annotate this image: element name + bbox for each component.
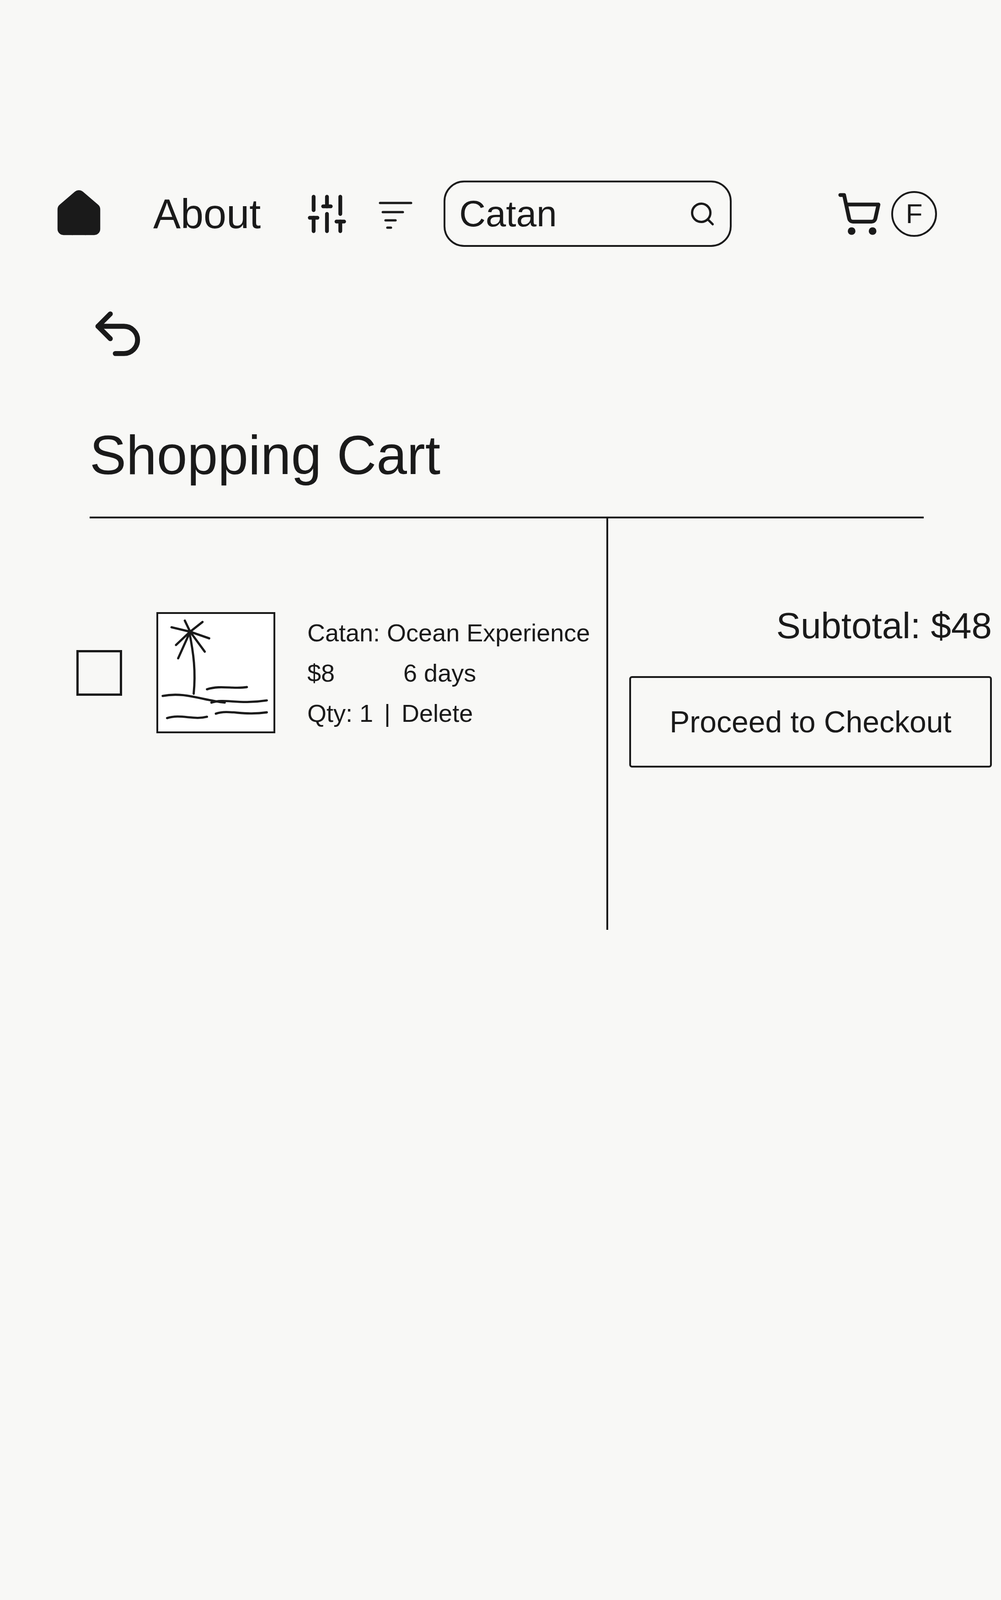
nav-bar: About Catan F — [0, 0, 1001, 247]
cart-items: Catan: Ocean Experience$8 6 days Qty: 1|De… — [73, 518, 609, 931]
page-title: Shopping Cart — [89, 427, 924, 483]
item-quantity[interactable]: Qty: 1 — [307, 693, 374, 734]
filter-icon[interactable] — [304, 191, 350, 237]
checkout-button[interactable]: Proceed to Checkout — [629, 676, 992, 768]
subtotal: Subtotal: $48 — [776, 607, 992, 645]
search-field[interactable]: Catan — [443, 180, 732, 247]
home-icon[interactable] — [52, 187, 106, 241]
item-price: $8 — [307, 653, 335, 694]
nav-link[interactable]: About — [153, 193, 261, 235]
delete-link[interactable]: Delete — [401, 693, 473, 734]
search-value[interactable]: Catan — [459, 195, 689, 233]
cart-item: Catan: Ocean Experience$8 6 days Qty: 1|De… — [73, 612, 607, 734]
item-checkbox[interactable] — [76, 650, 123, 696]
profile-avatar[interactable]: F — [891, 191, 937, 237]
summary-panel: Subtotal: $48 Proceed to Checkout — [608, 518, 1001, 931]
item-duration: 6 days — [403, 653, 477, 694]
cart-icon[interactable] — [836, 191, 883, 237]
item-details: Catan: Ocean Experience$8 6 days Qty: 1|De… — [307, 612, 590, 734]
cart-body: Catan: Ocean Experience$8 6 days Qty: 1|De… — [73, 518, 1001, 931]
item-title[interactable]: Catan: Ocean Experience — [307, 612, 590, 654]
product-thumbnail-icon — [156, 612, 276, 734]
sort-icon[interactable] — [377, 195, 414, 233]
search-icon[interactable] — [688, 200, 717, 228]
page-header: Shopping Cart — [89, 427, 924, 519]
back-icon[interactable] — [86, 304, 149, 364]
separator: | — [384, 693, 391, 734]
page: About Catan F Shopping Cart Catan: Ocean Exp… — [0, 0, 1001, 1600]
